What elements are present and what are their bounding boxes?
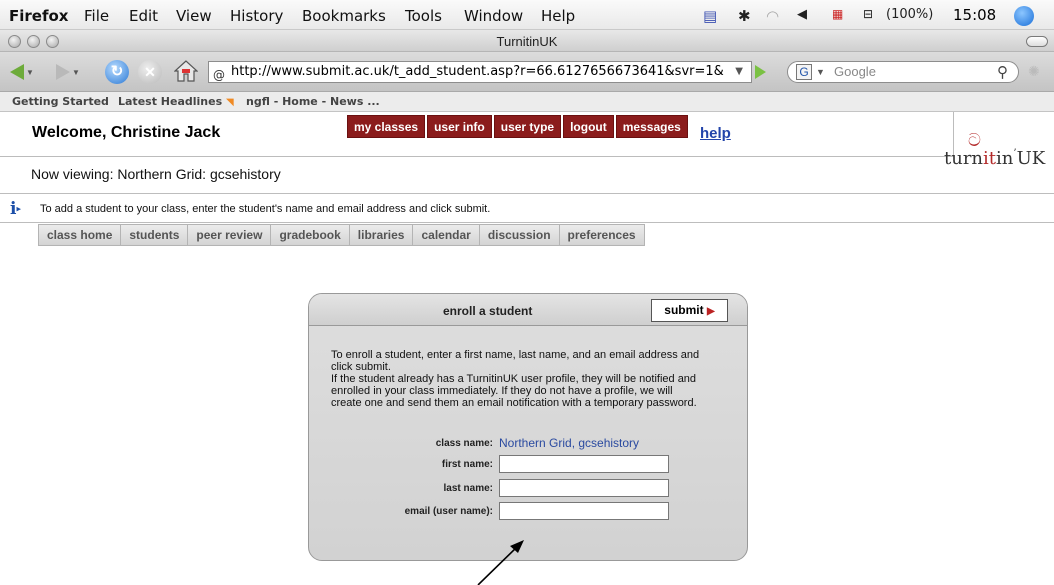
annotation-arrow	[477, 540, 524, 585]
